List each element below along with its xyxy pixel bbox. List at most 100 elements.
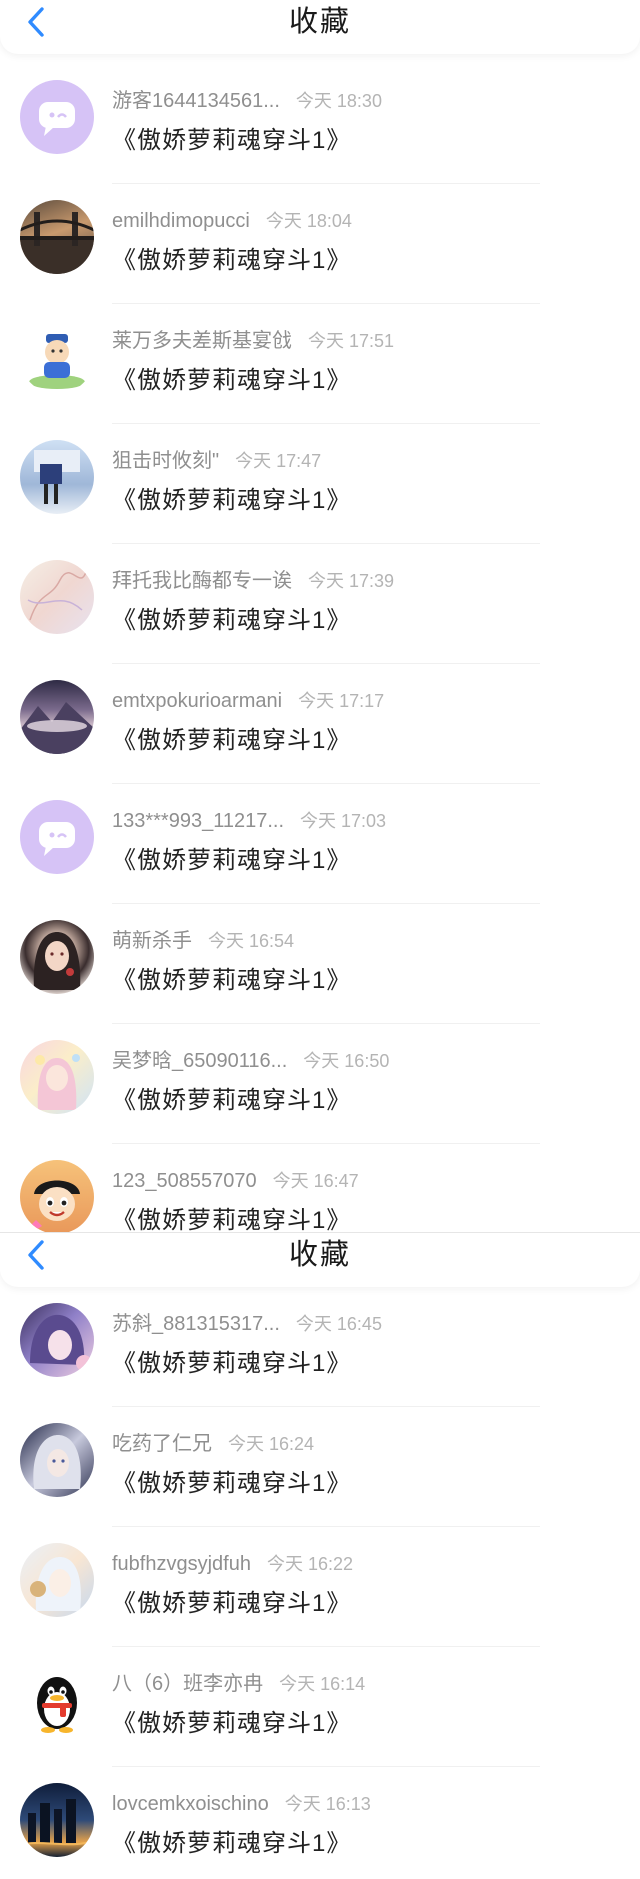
timestamp: 今天 17:47 (235, 451, 322, 471)
user-name: 八（6）班李亦冉 (112, 1673, 264, 1695)
item-title: 《傲娇萝莉魂穿斗1》 (112, 1207, 352, 1232)
list-item[interactable]: fubfhzvgsyjdfuh 今天 16:22 《傲娇萝莉魂穿斗1》 (0, 1527, 640, 1647)
timestamp: 今天 17:51 (308, 331, 395, 351)
avatar[interactable] (20, 440, 94, 514)
list-item[interactable]: 133***993_11217... 今天 17:03 《傲娇萝莉魂穿斗1》 (0, 784, 640, 904)
avatar[interactable] (20, 800, 94, 874)
item-title: 《傲娇萝莉魂穿斗1》 (112, 367, 352, 394)
item-title: 《傲娇萝莉魂穿斗1》 (112, 127, 352, 154)
list-item[interactable]: 莱万多夫差斯基宴戗 今天 17:51 《傲娇萝莉魂穿斗1》 (0, 304, 640, 424)
pastel-art (35, 1054, 80, 1110)
mountain-art (20, 702, 94, 754)
item-meta: 123_508557070 今天 16:47 (112, 1166, 359, 1196)
list-item[interactable]: 游客1644134561... 今天 18:30 《傲娇萝莉魂穿斗1》 (0, 64, 640, 184)
timestamp: 今天 18:04 (265, 211, 352, 231)
user-name: 狙击时攸刻" (112, 450, 220, 472)
cartoon-kid (29, 334, 85, 389)
timestamp: 今天 16:50 (303, 1051, 390, 1071)
user-name: emtxpokurioarmani (112, 690, 283, 712)
top-nav-bar: 收藏 (0, 1233, 640, 1287)
avatar[interactable] (20, 1423, 94, 1497)
list-item[interactable]: 吴梦晗_65090116... 今天 16:50 《傲娇萝莉魂穿斗1》 (0, 1024, 640, 1144)
item-meta: fubfhzvgsyjdfuh 今天 16:22 (112, 1549, 353, 1579)
timestamp: 今天 18:30 (295, 91, 382, 111)
timestamp: 今天 17:03 (300, 811, 387, 831)
anime-purple (30, 1314, 92, 1371)
user-name: fubfhzvgsyjdfuh (112, 1553, 251, 1575)
item-title: 《傲娇萝莉魂穿斗1》 (112, 1350, 352, 1377)
timestamp: 今天 16:45 (295, 1314, 382, 1334)
qq-penguin-icon (37, 1677, 77, 1733)
user-name: 萌新杀手 (112, 930, 192, 952)
avatar[interactable] (20, 920, 94, 994)
item-meta: 133***993_11217... 今天 17:03 (112, 806, 386, 836)
list-item[interactable]: emtxpokurioarmani 今天 17:17 《傲娇萝莉魂穿斗1》 (0, 664, 640, 784)
user-name: emilhdimopucci (112, 210, 250, 232)
timestamp: 今天 16:13 (284, 1794, 371, 1814)
avatar[interactable] (20, 1543, 94, 1617)
list-item[interactable]: lovcemkxoischino 今天 16:13 《傲娇萝莉魂穿斗1》 (0, 1767, 640, 1879)
list-item[interactable]: 123_508557070 今天 16:47 《傲娇萝莉魂穿斗1》 (0, 1144, 640, 1232)
item-meta: 游客1644134561... 今天 18:30 (112, 86, 382, 116)
anime-light (30, 1557, 81, 1611)
item-title: 《傲娇萝莉魂穿斗1》 (112, 1087, 352, 1114)
user-name: lovcemkxoischino (112, 1793, 269, 1815)
item-meta: 苏斜_881315317... 今天 16:45 (112, 1309, 382, 1339)
item-meta: 狙击时攸刻" 今天 17:47 (112, 446, 321, 476)
school-uniform (34, 450, 80, 504)
avatar[interactable] (20, 1783, 94, 1857)
avatar[interactable] (20, 200, 94, 274)
page-title: 收藏 (288, 6, 351, 38)
item-title: 《傲娇萝莉魂穿斗1》 (112, 1470, 352, 1497)
list-item[interactable]: 八（6）班李亦冉 今天 16:14 《傲娇萝莉魂穿斗1》 (0, 1647, 640, 1767)
bridge-photo (20, 212, 94, 274)
chat-bubble-icon (39, 102, 75, 136)
avatar[interactable] (20, 1663, 94, 1737)
avatar[interactable] (20, 320, 94, 394)
item-title: 《傲娇萝莉魂穿斗1》 (112, 1830, 352, 1857)
user-name: 133***993_11217... (112, 810, 285, 832)
list-item[interactable]: emilhdimopucci 今天 18:04 《傲娇萝莉魂穿斗1》 (0, 184, 640, 304)
item-title: 《傲娇萝莉魂穿斗1》 (112, 247, 352, 274)
avatar[interactable] (20, 1303, 94, 1377)
item-title: 《傲娇萝莉魂穿斗1》 (112, 1710, 352, 1737)
avatar[interactable] (20, 560, 94, 634)
avatar[interactable] (20, 1040, 94, 1114)
city-night (20, 1799, 94, 1846)
item-meta: 拜托我比酶都专一诶 今天 17:39 (112, 566, 394, 596)
item-meta: 八（6）班李亦冉 今天 16:14 (112, 1669, 365, 1699)
item-title: 《傲娇萝莉魂穿斗1》 (112, 847, 352, 874)
user-name: 莱万多夫差斯基宴戗 (112, 330, 292, 352)
avatar[interactable] (20, 1160, 94, 1232)
avatar[interactable] (20, 80, 94, 154)
item-meta: 吴梦晗_65090116... 今天 16:50 (112, 1046, 389, 1076)
user-name: 拜托我比酶都专一诶 (112, 570, 292, 592)
favorites-list: 苏斜_881315317... 今天 16:45 《傲娇萝莉魂穿斗1》 吃药了仁兄… (0, 1287, 640, 1879)
item-title: 《傲娇萝莉魂穿斗1》 (112, 1590, 352, 1617)
girl-portrait (33, 932, 81, 990)
luffy-cartoon (30, 1180, 80, 1230)
page-title: 收藏 (288, 1239, 351, 1271)
item-title: 《傲娇萝莉魂穿斗1》 (112, 967, 352, 994)
list-item[interactable]: 狙击时攸刻" 今天 17:47 《傲娇萝莉魂穿斗1》 (0, 424, 640, 544)
item-meta: 萌新杀手 今天 16:54 (112, 926, 294, 956)
list-item[interactable]: 萌新杀手 今天 16:54 《傲娇萝莉魂穿斗1》 (0, 904, 640, 1024)
avatar[interactable] (20, 680, 94, 754)
timestamp: 今天 17:39 (308, 571, 395, 591)
item-meta: 吃药了仁兄 今天 16:24 (112, 1429, 314, 1459)
list-item[interactable]: 苏斜_881315317... 今天 16:45 《傲娇萝莉魂穿斗1》 (0, 1287, 640, 1407)
anime-silver (33, 1435, 81, 1489)
user-name: 123_508557070 (112, 1170, 257, 1192)
item-title: 《傲娇萝莉魂穿斗1》 (112, 727, 352, 754)
timestamp: 今天 16:47 (272, 1171, 359, 1191)
list-item[interactable]: 拜托我比酶都专一诶 今天 17:39 《傲娇萝莉魂穿斗1》 (0, 544, 640, 664)
item-meta: emilhdimopucci 今天 18:04 (112, 206, 352, 236)
list-item[interactable]: 吃药了仁兄 今天 16:24 《傲娇萝莉魂穿斗1》 (0, 1407, 640, 1527)
favorites-list: 游客1644134561... 今天 18:30 《傲娇萝莉魂穿斗1》 emilh… (0, 64, 640, 1232)
item-meta: emtxpokurioarmani 今天 17:17 (112, 686, 384, 716)
timestamp: 今天 17:17 (298, 691, 385, 711)
screen-top: 收藏 游客1644134561... 今天 18:30 《傲娇萝莉魂穿斗1》 e… (0, 0, 640, 1232)
item-title: 《傲娇萝莉魂穿斗1》 (112, 487, 352, 514)
timestamp: 今天 16:54 (208, 931, 295, 951)
timestamp: 今天 16:24 (228, 1434, 315, 1454)
